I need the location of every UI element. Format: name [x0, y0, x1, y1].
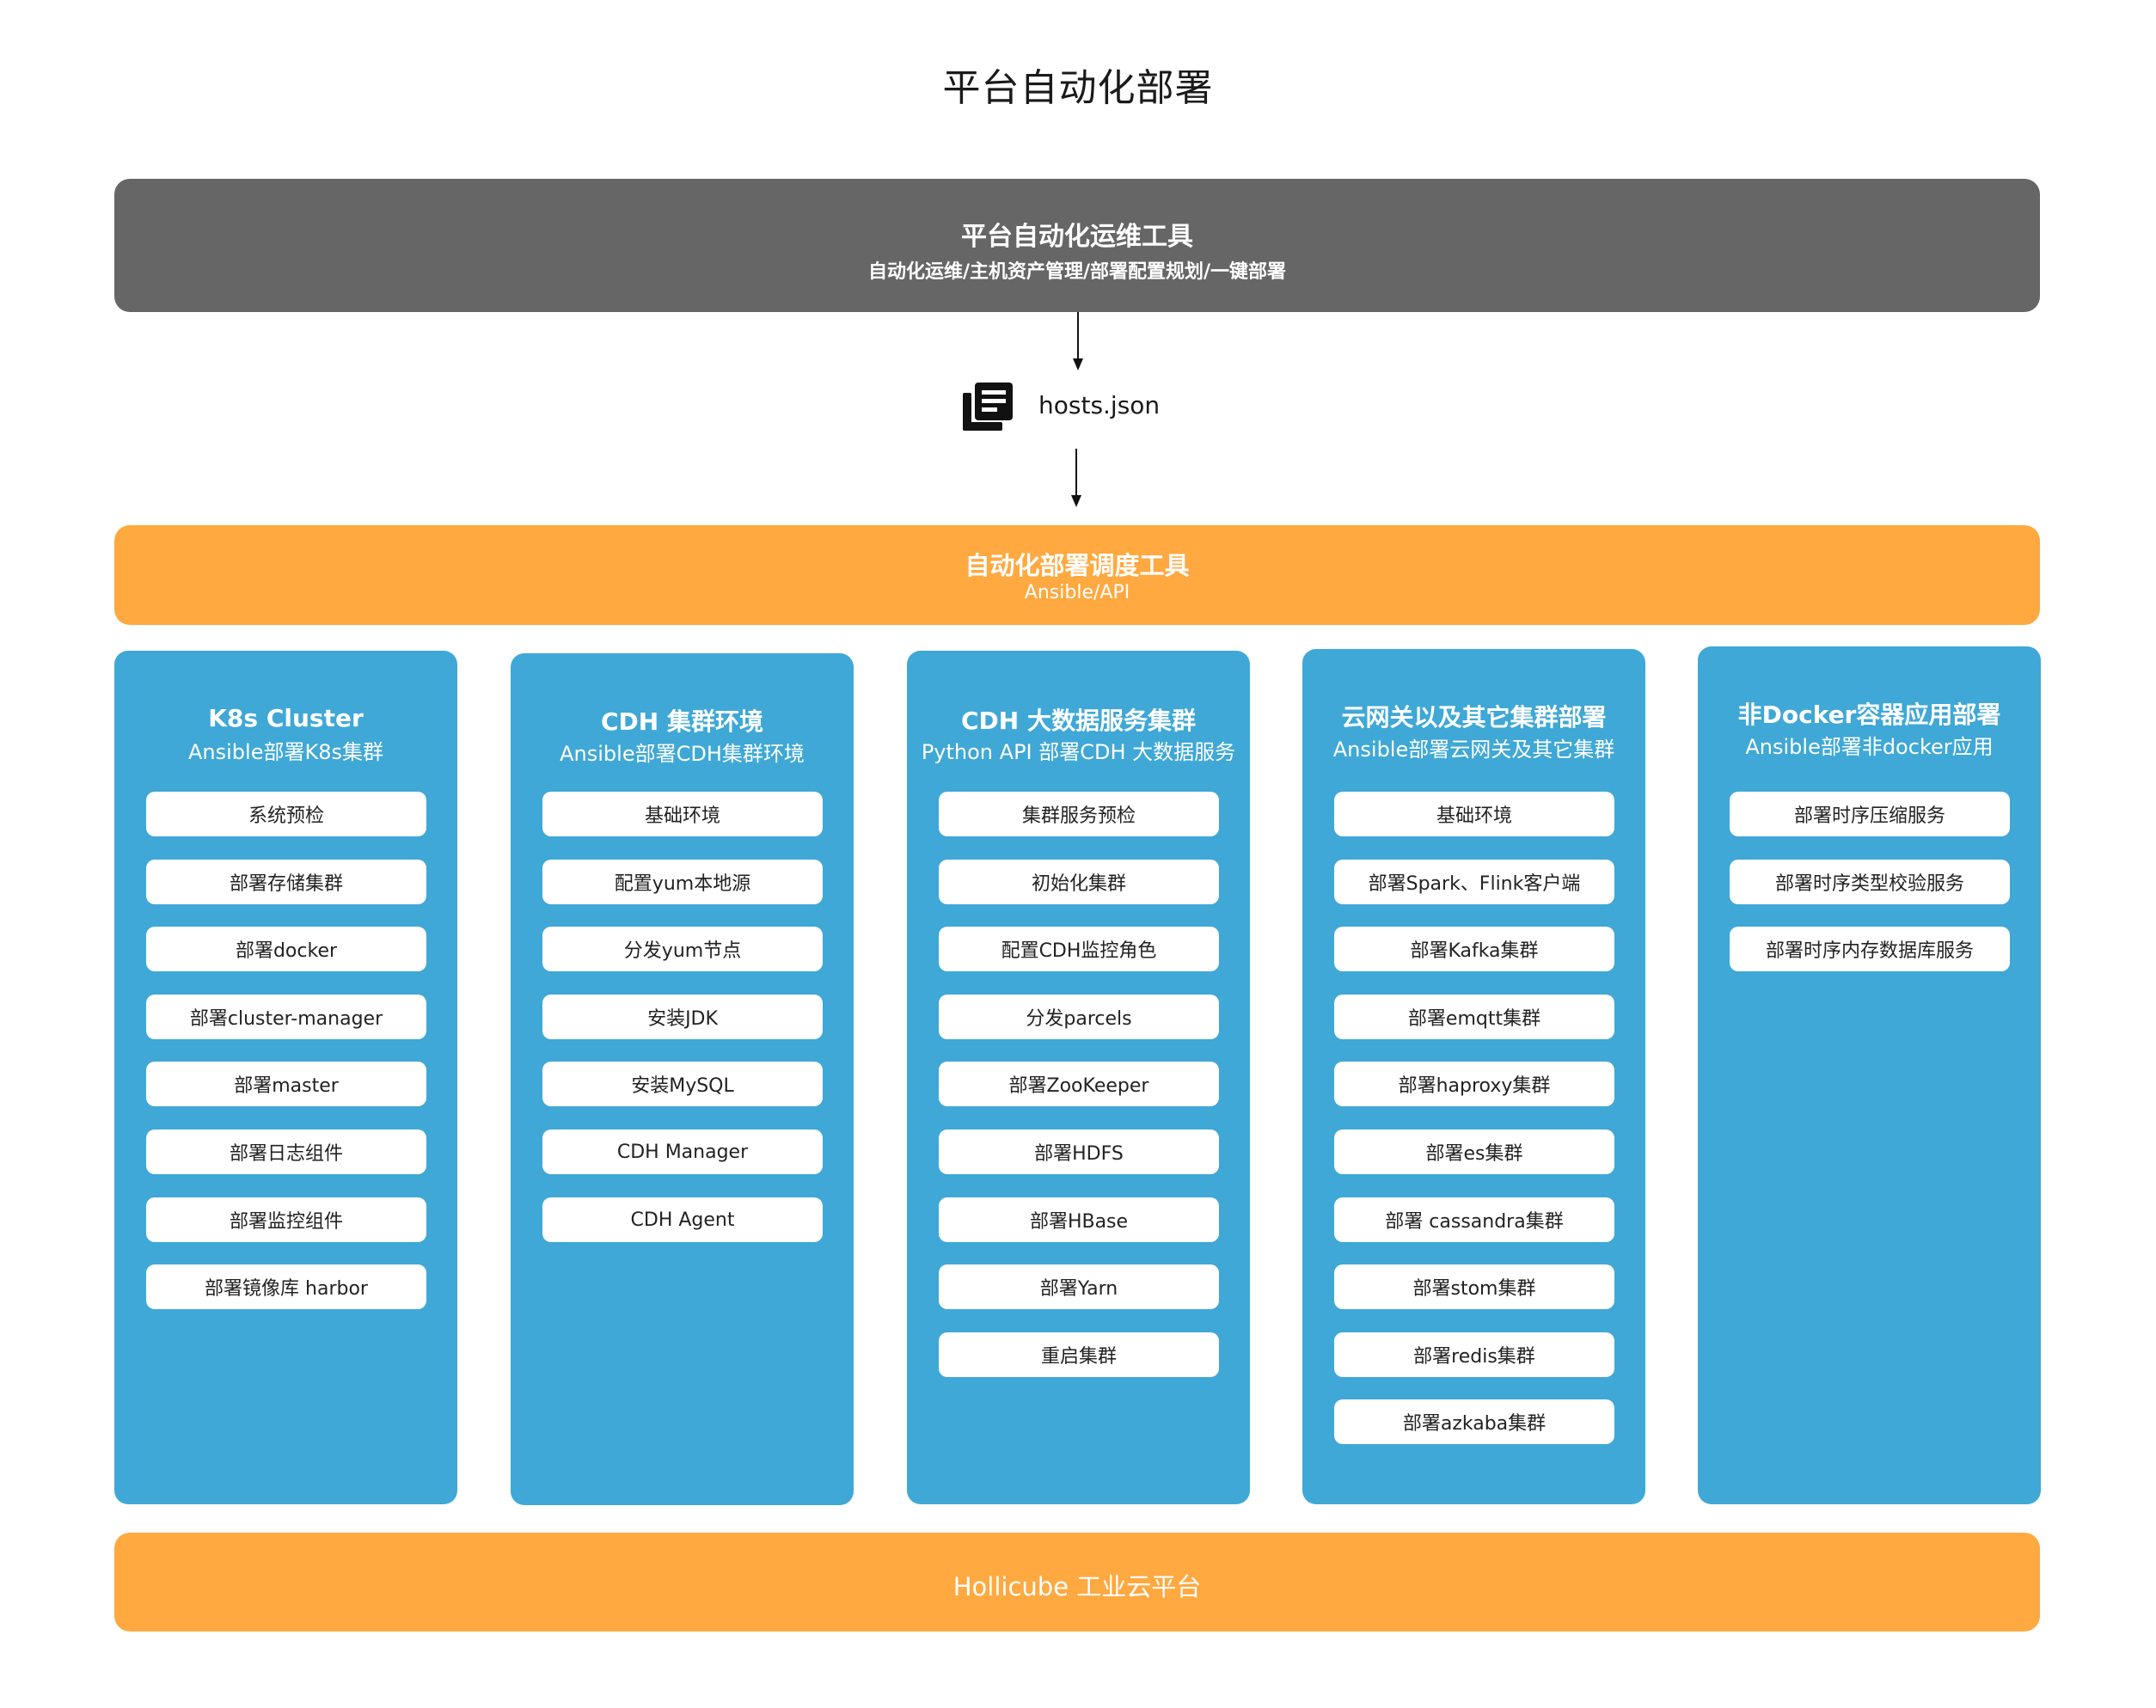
deploy-step-item: 配置CDH监控角色 — [939, 927, 1219, 971]
arrow-ops-to-hosts — [1073, 312, 1083, 370]
deploy-step-item: CDH Manager — [542, 1129, 823, 1174]
deploy-step-item: 部署存储集群 — [146, 860, 426, 904]
deploy-step-item: 部署haproxy集群 — [1334, 1062, 1614, 1106]
column-title: CDH 集群环境 — [601, 707, 763, 736]
deploy-column: CDH 大数据服务集群 Python API 部署CDH 大数据服务集群服务预检初… — [907, 651, 1250, 1504]
deploy-step-item: 部署 cassandra集群 — [1334, 1197, 1614, 1242]
deploy-step-item: 初始化集群 — [939, 860, 1219, 904]
ops-tool-bar: 平台自动化运维工具 自动化运维/主机资产管理/部署配置规划/一键部署 — [114, 179, 2040, 312]
deploy-step-item: 部署监控组件 — [146, 1197, 426, 1242]
deploy-step-item: 部署Spark、Flink客户端 — [1334, 860, 1614, 904]
ops-tool-subtitle: 自动化运维/主机资产管理/部署配置规划/一键部署 — [867, 261, 1287, 283]
deploy-step-item: 部署HBase — [939, 1197, 1219, 1242]
deploy-step-item: CDH Agent — [542, 1197, 823, 1242]
column-title: 云网关以及其它集群部署 — [1341, 703, 1607, 732]
platform-title: Hollicube 工业云平台 — [952, 1572, 1202, 1601]
deploy-step-item: 部署日志组件 — [146, 1129, 426, 1174]
deploy-step-item: 部署Yarn — [939, 1264, 1219, 1309]
deploy-step-item: 部署docker — [146, 927, 426, 971]
page-title: 平台自动化部署 — [942, 66, 1214, 110]
column-subtitle: Ansible部署云网关及其它集群 — [1332, 738, 1615, 762]
hosts-file-label: hosts.json — [1038, 391, 1161, 419]
deploy-step-item: 重启集群 — [939, 1332, 1219, 1377]
deploy-step-item: 系统预检 — [146, 792, 426, 836]
column-title: K8s Cluster — [208, 704, 364, 732]
column-title: CDH 大数据服务集群 — [961, 707, 1196, 735]
scheduler-title: 自动化部署调度工具 — [965, 551, 1190, 580]
deploy-step-item: 安装JDK — [542, 995, 823, 1039]
deploy-column: K8s Cluster Ansible部署K8s集群系统预检部署存储集群 部署doc… — [114, 651, 457, 1504]
deploy-step-item: 基础环境 — [542, 792, 823, 836]
scheduler-bar: 自动化部署调度工具 Ansible/API — [114, 525, 2040, 625]
deploy-step-item: 安装MySQL — [542, 1062, 823, 1106]
deploy-step-item: 部署时序压缩服务 — [1730, 792, 2010, 836]
column-subtitle: Ansible部署K8s集群 — [188, 740, 383, 764]
document-list-icon — [963, 383, 1013, 431]
column-title: 非Docker容器应用部署 — [1737, 701, 2001, 729]
scheduler-subtitle: Ansible/API — [1024, 582, 1130, 603]
deploy-step-item: 部署HDFS — [939, 1129, 1219, 1174]
ops-tool-title: 平台自动化运维工具 — [961, 222, 1193, 252]
deploy-step-item: 部署emqtt集群 — [1334, 995, 1614, 1039]
deploy-column: CDH 集群环境 Ansible部署CDH集群环境基础环境配置yum本地源 分发yu… — [511, 653, 854, 1505]
column-subtitle: Ansible部署CDH集群环境 — [560, 742, 805, 766]
deploy-step-item: 部署es集群 — [1334, 1129, 1614, 1174]
deploy-step-item: 部署Kafka集群 — [1334, 927, 1614, 971]
deploy-step-item: 部署stom集群 — [1334, 1264, 1614, 1309]
deploy-step-item: 部署镜像库 harbor — [146, 1264, 426, 1309]
deploy-step-item: 部署redis集群 — [1334, 1332, 1614, 1377]
deploy-step-item: 分发yum节点 — [542, 927, 823, 971]
deploy-column: 云网关以及其它集群部署 Ansible部署云网关及其它集群基础环境部署Spark、… — [1302, 649, 1645, 1504]
column-subtitle: Python API 部署CDH 大数据服务 — [921, 740, 1236, 764]
deploy-step-item: 部署时序内存数据库服务 — [1730, 927, 2010, 971]
deploy-step-item: 部署master — [146, 1062, 426, 1106]
platform-bar: Hollicube 工业云平台 — [114, 1533, 2040, 1631]
column-subtitle: Ansible部署非docker应用 — [1745, 735, 1994, 759]
deploy-column: 非Docker容器应用部署 Ansible部署非docker应用部署时序压缩服务部… — [1698, 646, 2041, 1504]
deploy-step-item: 分发parcels — [939, 995, 1219, 1039]
deploy-step-item: 部署azkaba集群 — [1334, 1399, 1614, 1444]
arrow-hosts-to-scheduler — [1071, 449, 1081, 507]
deploy-step-item: 部署时序类型校验服务 — [1730, 860, 2010, 904]
deploy-step-item: 部署cluster-manager — [146, 995, 426, 1039]
deploy-step-item: 基础环境 — [1334, 792, 1614, 836]
deploy-step-item: 部署ZooKeeper — [939, 1062, 1219, 1106]
deploy-step-item: 配置yum本地源 — [542, 860, 823, 904]
deploy-step-item: 集群服务预检 — [939, 792, 1219, 836]
